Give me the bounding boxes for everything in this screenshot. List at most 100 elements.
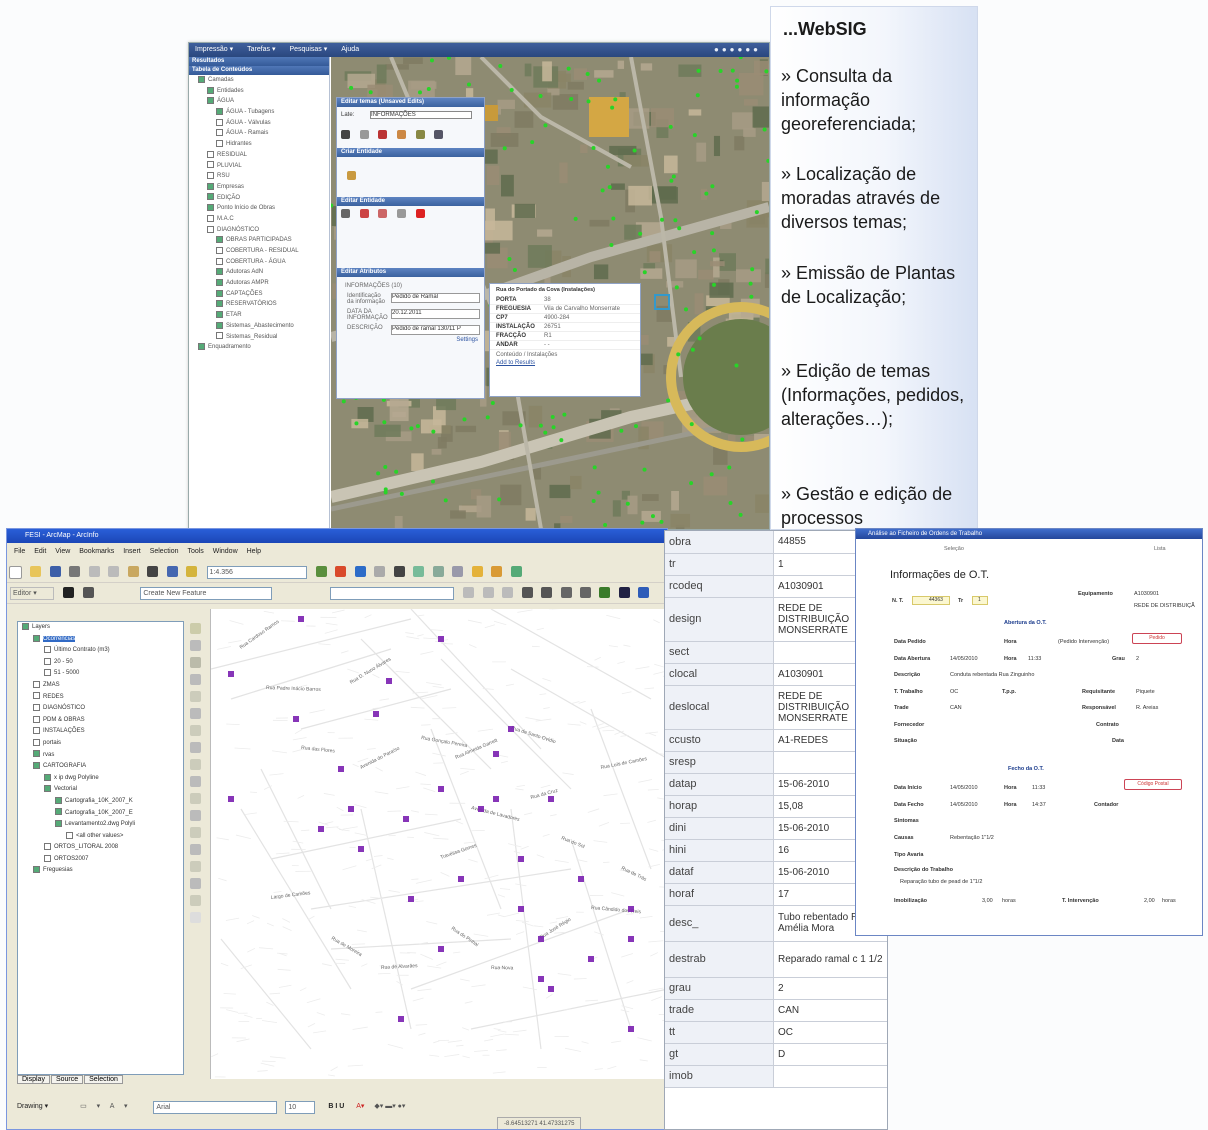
attr-table-row[interactable]: gtD — [665, 1043, 887, 1065]
editor-menu[interactable]: Editor ▾ — [10, 587, 54, 600]
paste-icon[interactable] — [128, 566, 139, 577]
menu-bookmarks[interactable]: Bookmarks — [79, 548, 114, 555]
delete-icon[interactable] — [147, 566, 158, 577]
layer-tree-item[interactable]: Enquadramento — [189, 342, 329, 353]
layer-tree-item[interactable]: M.A.C — [189, 214, 329, 225]
attr-table-row[interactable]: datap15-06-2010 — [665, 773, 887, 795]
layer-tool6-icon[interactable] — [511, 566, 522, 577]
attr-table-row[interactable]: imob — [665, 1065, 887, 1087]
toc-item[interactable]: x ip dwg Polyline — [18, 773, 183, 785]
text-style-buttons[interactable]: B I U — [328, 1103, 344, 1110]
toc-header[interactable]: Tabela de Conteúdos — [189, 66, 329, 75]
toc-checkbox[interactable] — [33, 716, 40, 723]
toc-checkbox[interactable] — [33, 727, 40, 734]
editor-toolbar-icon[interactable] — [316, 566, 327, 577]
toc-item[interactable]: INSTALAÇÕES — [18, 726, 183, 738]
toc-item[interactable]: Layers — [18, 622, 183, 634]
toc-checkbox[interactable] — [33, 762, 40, 769]
toc-checkbox[interactable] — [44, 774, 51, 781]
toc-checkbox[interactable] — [66, 832, 73, 839]
toc-checkbox[interactable] — [55, 797, 62, 804]
scale-combo[interactable]: 1:4.356 — [207, 566, 307, 579]
layer-checkbox[interactable] — [207, 151, 214, 158]
print-icon[interactable] — [69, 566, 80, 577]
edit-entity-header[interactable]: Editar Entidade — [337, 197, 484, 206]
attr-field-value[interactable]: D — [774, 1043, 888, 1065]
add-data-icon[interactable] — [186, 566, 197, 577]
layer-tree-item[interactable]: Hidrantes — [189, 139, 329, 150]
attr-table-row[interactable]: horaf17 — [665, 883, 887, 905]
layer-checkbox[interactable] — [207, 161, 214, 168]
attr-table-row[interactable]: sresp — [665, 751, 887, 773]
font-color-icon[interactable]: A▾ — [356, 1103, 364, 1110]
menu-pesquisas[interactable]: Pesquisas ▾ — [289, 46, 327, 53]
attr-input[interactable]: 20.12.2011 — [391, 309, 480, 319]
pan-icon[interactable] — [580, 587, 591, 598]
toc-checkbox[interactable] — [44, 669, 51, 676]
attr-field-value[interactable]: 2 — [774, 977, 888, 999]
tool1-icon[interactable] — [190, 623, 201, 634]
toc-checkbox[interactable] — [44, 646, 51, 653]
layer-checkbox[interactable] — [216, 108, 223, 115]
attr-table-row[interactable]: rcodeqA1030901 — [665, 575, 887, 597]
edit-tool-icon[interactable] — [63, 587, 74, 598]
catalog-icon[interactable] — [355, 566, 366, 577]
tool3-icon[interactable] — [190, 657, 201, 668]
attr-field-value[interactable]: Reparado ramal c 1 1/2 — [774, 941, 888, 977]
drawing-menu[interactable]: Drawing ▾ — [17, 1103, 48, 1110]
menu-view[interactable]: View — [55, 548, 70, 555]
toc-checkbox[interactable] — [33, 704, 40, 711]
move-icon[interactable] — [341, 209, 350, 218]
street-map[interactable]: Rua Cardoso RamosRua Padre Inácio Barros… — [211, 609, 668, 1079]
layer-checkbox[interactable] — [207, 204, 214, 211]
toc-item[interactable]: ZMAS — [18, 680, 183, 692]
menu-help[interactable]: Help — [247, 548, 261, 555]
results-header[interactable]: Resultados — [189, 57, 329, 66]
layer-tool4-icon[interactable] — [472, 566, 483, 577]
whats-this-icon[interactable] — [394, 566, 405, 577]
layer-tool2-icon[interactable] — [433, 566, 444, 577]
layer-checkbox[interactable] — [207, 215, 214, 222]
toc-item[interactable]: 51 - 5000 — [18, 668, 183, 680]
edit-attrs-header[interactable]: Editar Atributos — [337, 268, 484, 277]
layer-checkbox[interactable] — [216, 322, 223, 329]
topology-icon[interactable] — [502, 587, 513, 598]
toc-item[interactable]: 20 - 50 — [18, 657, 183, 669]
layer-tree-item[interactable]: RSU — [189, 171, 329, 182]
layer-tree-item[interactable]: DIAGNÓSTICO — [189, 225, 329, 236]
attr-table-row[interactable]: ccustoA1-REDES — [665, 729, 887, 751]
tool7-icon[interactable] — [190, 725, 201, 736]
menu-window[interactable]: Window — [213, 548, 238, 555]
menu-tarefas[interactable]: Tarefas ▾ — [247, 46, 275, 53]
save-icon[interactable] — [434, 130, 443, 139]
layer-checkbox[interactable] — [216, 236, 223, 243]
sketch-tool-icon[interactable] — [83, 587, 94, 598]
layer-checkbox[interactable] — [198, 343, 205, 350]
tab-display[interactable]: Display — [17, 1075, 50, 1084]
layer-tree-item[interactable]: RESIDUAL — [189, 150, 329, 161]
toc-checkbox[interactable] — [33, 681, 40, 688]
layer-checkbox[interactable] — [216, 140, 223, 147]
toc-checkbox[interactable] — [22, 623, 29, 630]
edit-icon[interactable] — [378, 130, 387, 139]
attr-table-row[interactable]: dini15-06-2010 — [665, 817, 887, 839]
popup-link-content[interactable]: Conteúdo / Instalações — [490, 350, 640, 360]
tool5-icon[interactable] — [190, 691, 201, 702]
attr-table-row[interactable]: tr1 — [665, 553, 887, 575]
fixed-zoom-icon[interactable] — [561, 587, 572, 598]
attr-table-row[interactable]: destrabReparado ramal c 1 1/2 — [665, 941, 887, 977]
aerial-map[interactable]: Editar temas (Unsaved Edits) Late: INFOR… — [331, 57, 769, 529]
layer-tool5-icon[interactable] — [491, 566, 502, 577]
layer-tree-item[interactable]: COBERTURA - RESIDUAL — [189, 246, 329, 257]
attr-table-row[interactable]: grau2 — [665, 977, 887, 999]
sketch-props-icon[interactable] — [483, 587, 494, 598]
pedido-button[interactable]: Pedido — [1132, 633, 1182, 644]
tool4-icon[interactable] — [190, 674, 201, 685]
layer-checkbox[interactable] — [216, 311, 223, 318]
attr-table-row[interactable]: desc_Tubo rebentado Rua Amélia Mora — [665, 905, 887, 941]
tool16-icon[interactable] — [190, 878, 201, 889]
new-icon[interactable] — [9, 566, 22, 579]
redo-icon[interactable] — [416, 130, 425, 139]
tool15-icon[interactable] — [190, 861, 201, 872]
layer-tree-item[interactable]: Camadas — [189, 75, 329, 86]
